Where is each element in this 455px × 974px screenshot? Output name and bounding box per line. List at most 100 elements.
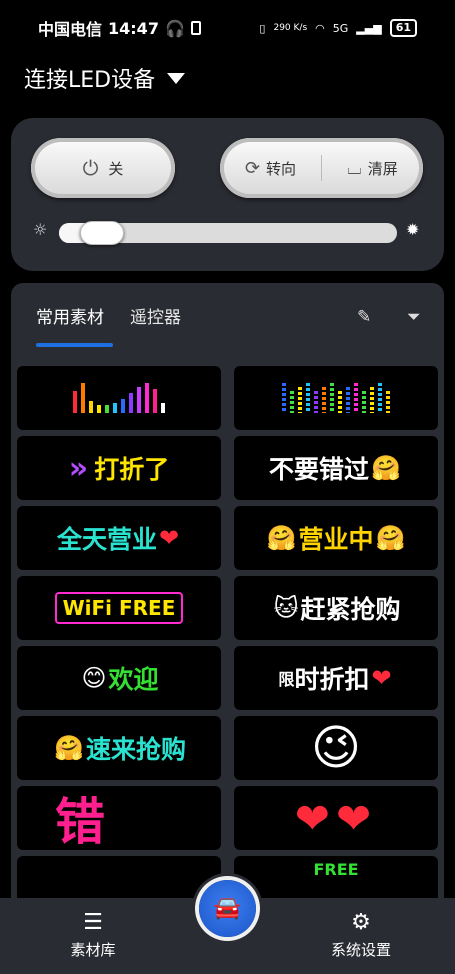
equalizer-bar	[282, 383, 286, 413]
brightness-thumb[interactable]	[79, 221, 124, 245]
equalizer-bar	[73, 391, 77, 413]
tile-text: 不要错过	[269, 455, 370, 484]
hug-emoji-icon: 🤗	[375, 524, 406, 552]
equalizer-bar	[161, 403, 165, 413]
device-connect-header[interactable]: 连接LED设备	[24, 62, 186, 94]
tile-open-all-day[interactable]: 全天营业 ❤	[17, 506, 221, 570]
headphone-icon: 🎧	[164, 18, 185, 38]
car-icon: 🚘	[213, 896, 242, 921]
nav-library-label: 素材库	[70, 940, 116, 959]
equalizer-bar	[330, 383, 334, 413]
materials-section: 常用素材 遥控器 ✎ ⏷ » 打折了 不要错过 🤗 全天营业 ❤ 🤗 营业中 🤗	[11, 283, 444, 903]
nav-library[interactable]: ☰ 素材库	[33, 898, 153, 974]
tile-wrong[interactable]: 错	[17, 786, 221, 850]
equalizer-bar	[121, 399, 125, 413]
wink-emoji-icon: 😉	[310, 720, 362, 776]
materials-grid: » 打折了 不要错过 🤗 全天营业 ❤ 🤗 营业中 🤗 WiFi FREE 🐱 …	[17, 366, 439, 903]
smile-emoji-icon: 😊	[81, 664, 107, 692]
tile-text: 欢迎	[108, 665, 159, 694]
tile-equalizer-b[interactable]	[234, 366, 438, 430]
tile-dont-miss[interactable]: 不要错过 🤗	[234, 436, 438, 500]
equalizer-bars	[73, 383, 165, 413]
list-icon: ☰	[83, 909, 103, 935]
vibrate-icon: ▯	[259, 21, 266, 35]
tile-open-now[interactable]: 🤗 营业中 🤗	[234, 506, 438, 570]
equalizer-bar	[362, 391, 366, 413]
page-title: 连接LED设备	[24, 68, 156, 93]
brightness-slider[interactable]	[59, 221, 397, 245]
wifi-icon: ◠	[315, 21, 325, 35]
equalizer-bar	[137, 387, 141, 413]
tile-text: 打折了	[94, 455, 170, 484]
tile-text: 速来抢购	[85, 735, 186, 764]
clock: 14:47	[108, 18, 159, 38]
tile-time-discount[interactable]: 限 时折扣 ❤	[234, 646, 438, 710]
status-right: ▯ 290 K/s ◠ 5G ▂▄▆ 61	[259, 19, 417, 37]
brightness-high-icon: ✹	[406, 220, 420, 239]
status-left: 中国电信 14:47 🎧	[38, 16, 201, 40]
tile-hearts[interactable]: ❤❤	[234, 786, 438, 850]
equalizer-bar	[378, 383, 382, 413]
equalizer-bar	[338, 391, 342, 413]
hug-emoji-icon: 🤗	[266, 524, 297, 552]
tile-text: WiFi FREE	[54, 592, 184, 624]
tile-wink-face[interactable]: 😉	[234, 716, 438, 780]
tile-equalizer-a[interactable]	[17, 366, 221, 430]
equalizer-bar	[298, 387, 302, 413]
equalizer-bar	[89, 401, 93, 413]
battery-icon: 61	[389, 19, 417, 37]
equalizer-bar	[97, 405, 101, 413]
tile-prefix: 限	[278, 670, 295, 689]
heart-icon: ❤	[371, 664, 392, 692]
connect-car-button[interactable]: 🚘	[199, 880, 256, 937]
equalizer-bar	[290, 391, 294, 413]
hug-emoji-icon: 🤗	[54, 734, 84, 762]
tile-buy-now[interactable]: 🐱 赶紧抢购	[234, 576, 438, 640]
tab-remote-control[interactable]: 遥控器	[130, 303, 181, 328]
cat-emoji-icon: 🐱	[273, 594, 299, 622]
equalizer-bar	[322, 387, 326, 413]
hearts-icon: ❤❤	[294, 793, 378, 843]
filter-icon[interactable]: ⏷	[407, 307, 421, 327]
status-bar: 中国电信 14:47 🎧 ▯ 290 K/s ◠ 5G ▂▄▆ 61	[0, 0, 455, 56]
tile-discount[interactable]: » 打折了	[17, 436, 221, 500]
equalizer-bar	[386, 391, 390, 413]
equalizer-bar	[129, 393, 133, 413]
dropdown-triangle-icon[interactable]	[167, 72, 186, 84]
power-button[interactable]: ⏻ 关	[31, 138, 175, 198]
equalizer-bar	[346, 387, 350, 413]
tile-free-wifi[interactable]: WiFi FREE	[17, 576, 221, 640]
power-icon: ⏻	[82, 156, 99, 180]
equalizer-bar	[81, 383, 85, 413]
control-panel: ⏻ 关 ⟳ 转向 ⌴ 清屏 ☼ ✹	[11, 118, 444, 271]
edit-pencil-icon[interactable]: ✎	[357, 307, 371, 327]
power-button-label: 关	[108, 159, 124, 178]
arrows-icon: »	[68, 450, 89, 486]
equalizer-bars	[282, 383, 390, 413]
nav-settings[interactable]: ⚙ 系统设置	[301, 898, 421, 974]
hug-emoji-icon: 🤗	[371, 454, 401, 482]
rotate-button[interactable]: ⟳ 转向	[220, 138, 321, 198]
tab-bar: 常用素材 遥控器	[36, 303, 181, 328]
tile-partial-b[interactable]: FREE	[234, 856, 438, 903]
clear-screen-button[interactable]: ⌴ 清屏	[322, 138, 423, 198]
tile-come-grab[interactable]: 🤗 速来抢购	[17, 716, 221, 780]
equalizer-bar	[306, 383, 310, 413]
tab-common-materials[interactable]: 常用素材	[36, 303, 104, 328]
equalizer-bar	[153, 389, 157, 413]
tile-text: 赶紧抢购	[300, 595, 401, 624]
sim-icon	[190, 21, 201, 35]
brightness-row: ☼ ✹	[33, 218, 433, 246]
equalizer-bar	[145, 383, 149, 413]
tile-welcome[interactable]: 😊 欢迎	[17, 646, 221, 710]
screen-actions-group: ⟳ 转向 ⌴ 清屏	[220, 138, 423, 198]
speed-label: 290 K/s	[273, 23, 308, 33]
tile-partial-a[interactable]	[17, 856, 221, 903]
tile-text: 全天营业	[56, 525, 157, 554]
active-tab-indicator	[36, 343, 113, 347]
brightness-low-icon: ☼	[33, 220, 48, 239]
rotate-button-label: 转向	[266, 159, 297, 178]
heart-icon: ❤	[158, 524, 180, 552]
tile-text: 错	[55, 793, 105, 850]
tile-text: 营业中	[298, 525, 374, 554]
